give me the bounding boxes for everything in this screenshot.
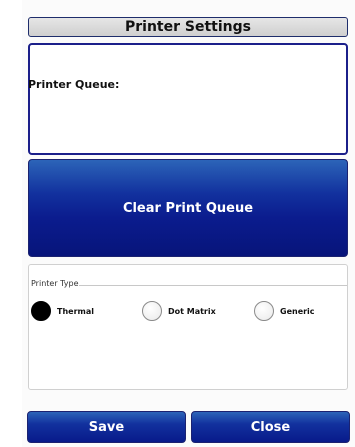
radio-label-dot-matrix: Dot Matrix bbox=[168, 306, 216, 316]
printer-settings-window: Printer Settings Printer Queue: Clear Pr… bbox=[22, 0, 355, 447]
window-title: Printer Settings bbox=[28, 17, 348, 37]
printer-type-legend: Printer Type bbox=[31, 279, 79, 288]
close-button[interactable]: Close bbox=[191, 411, 350, 443]
radio-option-thermal[interactable]: Thermal bbox=[31, 299, 94, 323]
radio-label-thermal: Thermal bbox=[57, 306, 94, 316]
printer-queue-label: Printer Queue: bbox=[28, 78, 120, 91]
radio-label-generic: Generic bbox=[280, 306, 315, 316]
radio-option-dot-matrix[interactable]: Dot Matrix bbox=[142, 299, 216, 323]
printer-type-group: Printer Type Thermal Dot Matrix Generic bbox=[28, 264, 348, 390]
clear-print-queue-button[interactable]: Clear Print Queue bbox=[28, 159, 348, 257]
printer-queue-panel bbox=[28, 43, 348, 155]
legend-divider bbox=[79, 285, 347, 286]
save-button[interactable]: Save bbox=[27, 411, 186, 443]
radio-unselected-icon[interactable] bbox=[142, 301, 162, 321]
radio-option-generic[interactable]: Generic bbox=[254, 299, 315, 323]
radio-selected-icon[interactable] bbox=[31, 301, 51, 321]
radio-unselected-icon[interactable] bbox=[254, 301, 274, 321]
